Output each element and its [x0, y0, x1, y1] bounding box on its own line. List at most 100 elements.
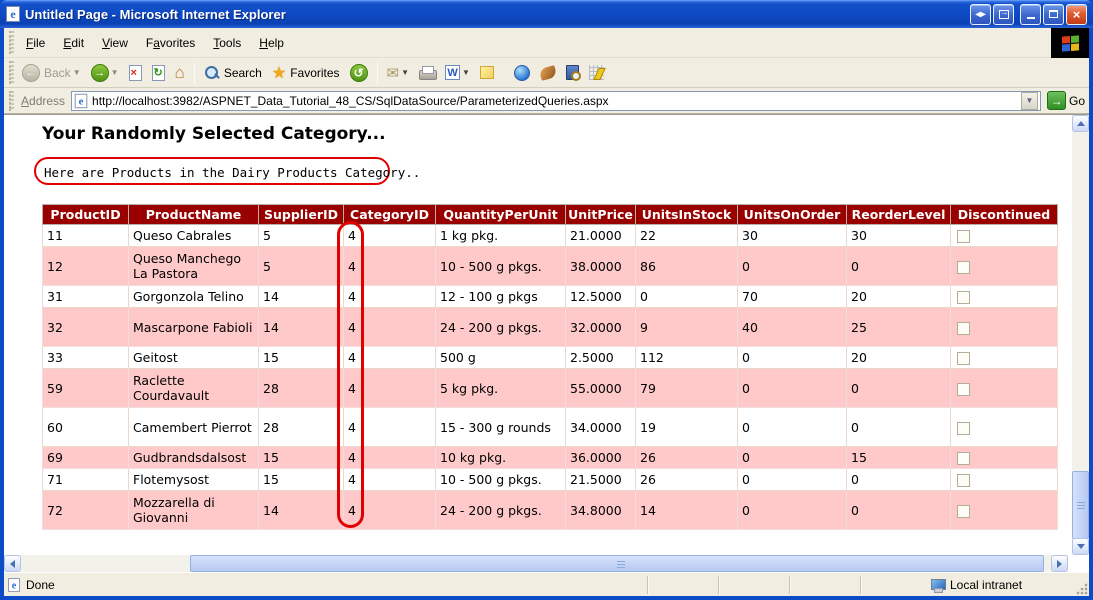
- table-cell-discontinued: [951, 225, 1058, 247]
- discontinued-checkbox[interactable]: [957, 422, 970, 435]
- toolbar-grip3[interactable]: [9, 91, 14, 111]
- left-arrow-icon: [6, 560, 15, 568]
- discontinued-checkbox[interactable]: [957, 452, 970, 465]
- maximize-button[interactable]: [1043, 4, 1064, 25]
- table-cell: 26: [636, 469, 738, 491]
- menu-file[interactable]: File: [17, 33, 54, 53]
- table-cell: 4: [344, 469, 436, 491]
- table-cell-discontinued: [951, 286, 1058, 308]
- resize-grip[interactable]: [1076, 583, 1088, 595]
- maximize-icon: [1049, 10, 1058, 18]
- back-button[interactable]: ← Back ▼: [17, 62, 86, 84]
- table-cell: 34.8000: [566, 491, 636, 530]
- discontinued-checkbox[interactable]: [957, 352, 970, 365]
- discontinued-checkbox[interactable]: [957, 261, 970, 274]
- title-bar[interactable]: e Untitled Page - Microsoft Internet Exp…: [0, 0, 1093, 28]
- refresh-icon: ↻: [152, 65, 165, 81]
- address-input[interactable]: e http://localhost:3982/ASPNET_Data_Tuto…: [71, 91, 1041, 111]
- close-button[interactable]: ×: [1066, 4, 1087, 25]
- table-cell-discontinued: [951, 408, 1058, 447]
- edit-with-word-button[interactable]: W ▼: [440, 63, 475, 82]
- toolbar-grip2[interactable]: [9, 61, 14, 84]
- vertical-scroll-thumb[interactable]: [1072, 471, 1089, 539]
- reference-button[interactable]: [561, 63, 584, 82]
- table-cell: 19: [636, 408, 738, 447]
- table-cell: 21.0000: [566, 225, 636, 247]
- stop-icon: ×: [129, 65, 142, 81]
- table-cell: 0: [738, 347, 847, 369]
- scroll-down-button[interactable]: [1072, 538, 1089, 555]
- toolbar-grip[interactable]: [9, 31, 14, 54]
- table-cell: 72: [43, 491, 129, 530]
- table-cell: 32.0000: [566, 308, 636, 347]
- grid-bolt-icon: [589, 65, 604, 80]
- home-button[interactable]: ⌂: [170, 63, 190, 83]
- forward-icon: →: [91, 64, 109, 82]
- horizontal-scroll-thumb[interactable]: [190, 555, 1044, 572]
- discontinued-checkbox[interactable]: [957, 322, 970, 335]
- print-button[interactable]: [414, 64, 440, 81]
- table-cell: 14: [259, 308, 344, 347]
- forward-dropdown-icon[interactable]: ▼: [111, 68, 119, 77]
- table-cell: 0: [738, 447, 847, 469]
- table-cell: 4: [344, 247, 436, 286]
- discontinued-checkbox[interactable]: [957, 291, 970, 304]
- table-cell: 4: [344, 347, 436, 369]
- messenger-button[interactable]: [509, 63, 535, 83]
- menu-favorites[interactable]: Favorites: [137, 33, 204, 53]
- status-bar: e Done Local intranet: [4, 572, 1089, 596]
- menu-edit[interactable]: Edit: [54, 33, 93, 53]
- minimize-button[interactable]: [1020, 4, 1041, 25]
- research-button[interactable]: [535, 65, 561, 81]
- table-cell: 4: [344, 225, 436, 247]
- menu-view[interactable]: View: [93, 33, 137, 53]
- search-button[interactable]: Search: [199, 63, 267, 83]
- table-cell: 59: [43, 369, 129, 408]
- history-button[interactable]: ↺: [345, 62, 373, 84]
- back-dropdown-icon[interactable]: ▼: [73, 68, 81, 77]
- address-dropdown-button[interactable]: ▼: [1021, 92, 1038, 110]
- word-dropdown-icon[interactable]: ▼: [462, 68, 470, 77]
- column-header: Discontinued: [951, 205, 1058, 225]
- window-title: Untitled Page - Microsoft Internet Explo…: [25, 7, 968, 22]
- scroll-right-button[interactable]: [1051, 555, 1068, 572]
- discontinued-checkbox[interactable]: [957, 474, 970, 487]
- table-cell: 14: [636, 491, 738, 530]
- status-text: Done: [26, 578, 647, 592]
- table-cell: Gorgonzola Telino: [129, 286, 259, 308]
- refresh-button[interactable]: ↻: [147, 63, 170, 83]
- table-header-row: ProductIDProductNameSupplierIDCategoryID…: [43, 205, 1058, 225]
- table-cell: 55.0000: [566, 369, 636, 408]
- url-text[interactable]: http://localhost:3982/ASPNET_Data_Tutori…: [92, 94, 1021, 108]
- discontinued-checkbox[interactable]: [957, 383, 970, 396]
- go-button[interactable]: → Go: [1047, 91, 1085, 110]
- table-cell: 1 kg pkg.: [436, 225, 566, 247]
- mail-dropdown-icon[interactable]: ▼: [401, 68, 409, 77]
- scroll-up-button[interactable]: [1072, 115, 1089, 132]
- table-cell-discontinued: [951, 347, 1058, 369]
- table-cell: 60: [43, 408, 129, 447]
- pane-separator: [647, 576, 649, 594]
- favorites-star-icon: ★: [272, 63, 286, 83]
- pane-separator: [718, 576, 720, 594]
- vertical-scrollbar[interactable]: [1072, 115, 1089, 555]
- forward-button[interactable]: → ▼: [86, 62, 124, 84]
- menu-tools[interactable]: Tools: [204, 33, 250, 53]
- table-cell: 14: [259, 491, 344, 530]
- discontinued-checkbox[interactable]: [957, 230, 970, 243]
- discuss-button[interactable]: [475, 64, 499, 81]
- menu-help[interactable]: Help: [250, 33, 293, 53]
- go-arrow-icon: →: [1047, 91, 1066, 110]
- popout-button[interactable]: [993, 4, 1014, 25]
- discontinued-checkbox[interactable]: [957, 505, 970, 518]
- pan-arrows-button[interactable]: ◂▸: [970, 4, 991, 25]
- table-cell: 70: [738, 286, 847, 308]
- scroll-left-button[interactable]: [4, 555, 21, 572]
- mail-button[interactable]: ✉ ▼: [382, 62, 415, 84]
- windows-flag-icon: [1062, 35, 1079, 51]
- table-cell: Gudbrandsdalsost: [129, 447, 259, 469]
- snippet-tool-button[interactable]: [584, 63, 609, 82]
- favorites-button[interactable]: ★ Favorites: [267, 61, 345, 85]
- horizontal-scrollbar[interactable]: [4, 555, 1068, 572]
- stop-button[interactable]: ×: [124, 63, 147, 83]
